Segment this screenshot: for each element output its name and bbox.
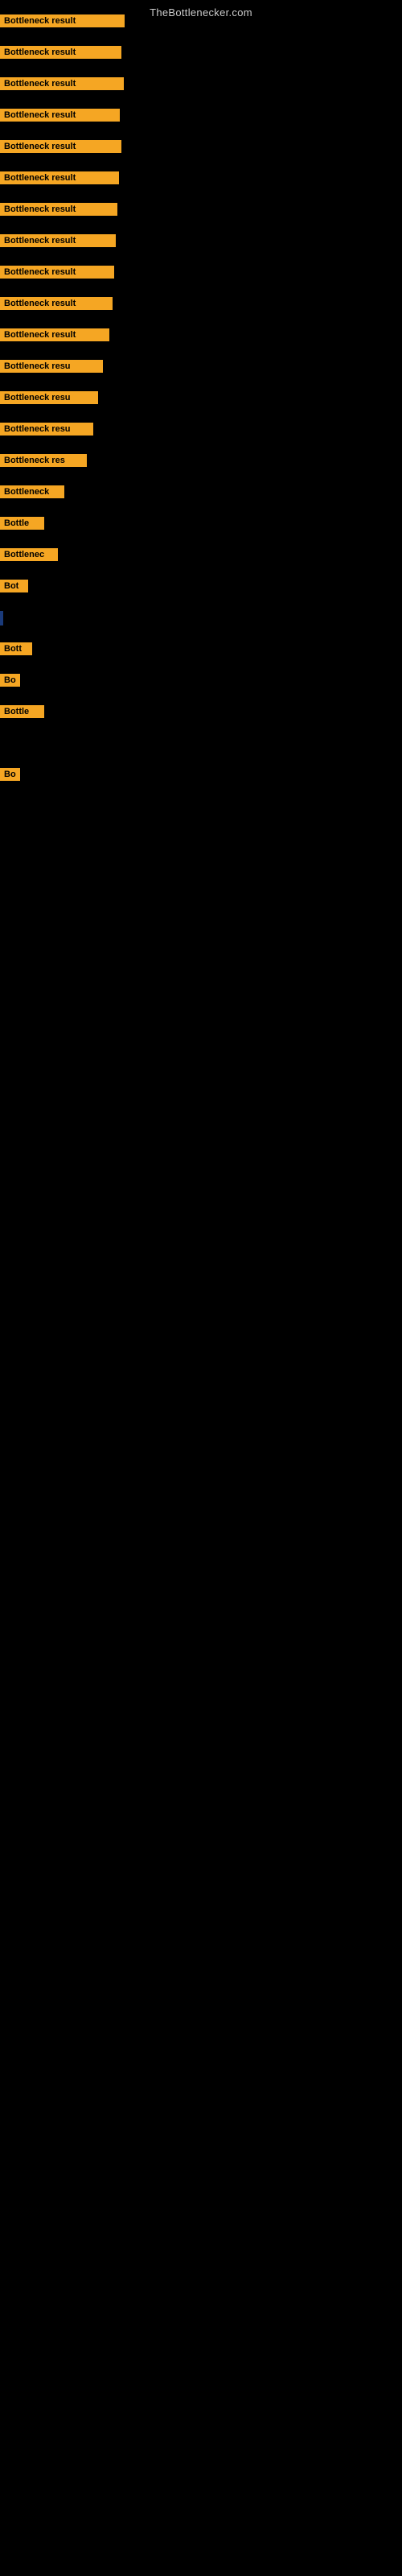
bottleneck-result-label: Bottleneck result — [0, 77, 124, 90]
bottleneck-result-label: Bottleneck result — [0, 171, 119, 184]
result-bar-row: Bottleneck result — [0, 46, 121, 63]
result-bar-row: Bottleneck res — [0, 454, 87, 471]
bottleneck-result-label: Bottleneck resu — [0, 423, 93, 436]
bottleneck-result-label: Bottleneck result — [0, 109, 120, 122]
bottleneck-result-label: Bottlenec — [0, 548, 58, 561]
result-bar-row: Bottleneck result — [0, 77, 124, 94]
bottleneck-result-label: Bottleneck resu — [0, 391, 98, 404]
bottleneck-result-label: Bottle — [0, 517, 44, 530]
result-bar-row: Bottleneck result — [0, 109, 120, 126]
bottleneck-result-label: Bottleneck result — [0, 266, 114, 279]
result-bar-row: Bottleneck resu — [0, 360, 103, 377]
result-bar-row: Bottleneck result — [0, 328, 109, 345]
bottleneck-result-label: Bottleneck — [0, 485, 64, 498]
bottleneck-result-label: Bottleneck resu — [0, 360, 103, 373]
blue-marker — [0, 611, 3, 625]
bottleneck-result-label: Bottleneck result — [0, 328, 109, 341]
result-bar-row: Bo — [0, 674, 20, 691]
result-bar-row: Bottle — [0, 517, 44, 534]
bottleneck-result-label: Bottleneck res — [0, 454, 87, 467]
bottleneck-result-label: Bottleneck result — [0, 203, 117, 216]
bottleneck-result-label: Bottleneck result — [0, 297, 113, 310]
result-bar-row: Bottleneck result — [0, 14, 125, 31]
result-bar-row: Bottleneck result — [0, 297, 113, 314]
result-bar-row: Bottleneck result — [0, 234, 116, 251]
bottleneck-result-label: Bo — [0, 674, 20, 687]
result-bar-row: Bottleneck result — [0, 140, 121, 157]
bottleneck-result-label: Bottleneck result — [0, 234, 116, 247]
bottleneck-result-label: Bottleneck result — [0, 14, 125, 27]
bottleneck-result-label: Bottleneck result — [0, 46, 121, 59]
bottleneck-result-label: Bottleneck result — [0, 140, 121, 153]
result-bar-row: Bottleneck resu — [0, 391, 98, 408]
bottleneck-result-label: Bot — [0, 580, 28, 592]
result-bar-row: Bottle — [0, 705, 44, 722]
result-bar-row — [0, 611, 3, 630]
result-bar-row: Bottlenec — [0, 548, 58, 565]
result-bar-row: Bottleneck result — [0, 203, 117, 220]
result-bar-row: Bo — [0, 768, 20, 785]
bottleneck-result-label: Bott — [0, 642, 32, 655]
bottleneck-result-label: Bottle — [0, 705, 44, 718]
result-bar-row: Bottleneck result — [0, 171, 119, 188]
result-bar-row: Bottleneck result — [0, 266, 114, 283]
result-bar-row: Bottleneck resu — [0, 423, 93, 440]
result-bar-row: Bot — [0, 580, 28, 597]
result-bar-row: Bottleneck — [0, 485, 64, 502]
result-bar-row: Bott — [0, 642, 32, 659]
bottleneck-result-label: Bo — [0, 768, 20, 781]
